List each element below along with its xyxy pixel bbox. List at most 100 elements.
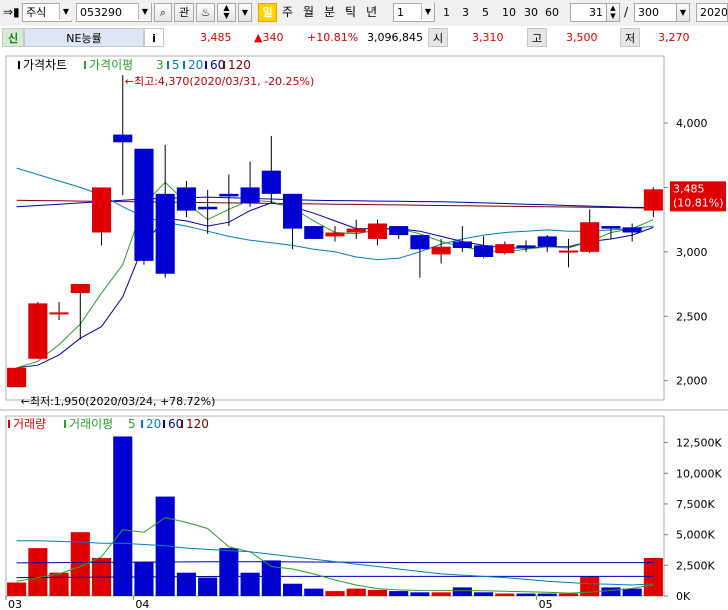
current-price: 3,485 <box>200 31 232 44</box>
trade-volume: 3,096,845 <box>367 31 423 44</box>
xtick-label: 03 <box>8 598 22 610</box>
chevron-down-icon[interactable]: ▼ <box>59 3 72 20</box>
legend-volume-ma-period: 120 <box>186 417 209 431</box>
price-ytick-label: 2,500 <box>676 310 708 323</box>
gwan-button[interactable]: 관 <box>174 3 194 22</box>
xtick-label: 05 <box>539 598 553 610</box>
count-spin-icon[interactable]: ▲ ▼ <box>606 3 620 22</box>
low-annotation: ←최저:1,950(2020/03/24, +78.72%) <box>21 395 216 408</box>
legend-price-ma: 가격이평 <box>89 58 133 72</box>
chevron-down-icon[interactable]: ▼ <box>676 3 690 22</box>
volume-bar <box>452 587 472 596</box>
open-price: 3,310 <box>472 31 504 44</box>
legend-marker-ma <box>183 61 185 69</box>
legend-marker-ma <box>167 61 169 69</box>
volume-ytick-label: 5,000K <box>676 529 715 542</box>
interval-5-button[interactable]: 5 <box>482 3 489 22</box>
chevron-down-icon[interactable]: ▼ <box>238 3 252 22</box>
legend-marker-price <box>18 61 20 69</box>
stock-name[interactable]: NE능률 <box>24 28 144 47</box>
high-price: 3,500 <box>566 31 598 44</box>
volume-bar <box>537 593 557 596</box>
legend-price-chart: 가격차트 <box>23 58 67 72</box>
volume-bar <box>367 589 388 596</box>
date-input-value: 2020/ <box>700 6 728 19</box>
credit-badge: 신 <box>2 28 24 47</box>
volume-bar <box>558 593 579 596</box>
candle <box>91 187 112 233</box>
trend-icon[interactable]: ♨ <box>196 3 215 22</box>
period-year-button[interactable]: 년 <box>366 3 377 22</box>
legend-marker-ma <box>84 61 86 69</box>
volume-bar <box>219 548 239 596</box>
candle <box>389 226 409 236</box>
legend-ma-period: 120 <box>228 58 251 72</box>
legend-volume: 거래량 <box>13 417 46 431</box>
interval-1-button[interactable]: 1 <box>443 3 450 22</box>
candle <box>219 193 239 197</box>
chevron-down-icon[interactable]: ▼ <box>421 3 434 20</box>
volume-bar <box>495 593 515 596</box>
period-week-button[interactable]: 주 <box>282 3 293 22</box>
stock-chart[interactable]: 2,0002,5003,0003,5004,000가격차트가격이평3520601… <box>0 48 728 610</box>
period-day-button[interactable]: 일 <box>258 3 277 22</box>
candle <box>240 187 260 203</box>
menu-arrow-icon[interactable]: ⇒▮ <box>3 3 20 22</box>
updown-spin-icon[interactable]: ▲ ▼ <box>217 3 236 22</box>
candle <box>28 303 48 359</box>
volume-bar <box>346 588 366 596</box>
change-rate: +10.81% <box>307 31 359 44</box>
candle <box>580 222 600 252</box>
candle <box>134 148 154 261</box>
legend-volume-ma-period: 5 <box>128 417 136 431</box>
candle <box>622 227 642 233</box>
legend-marker-volume-ma <box>181 420 183 428</box>
period-minute-button[interactable]: 분 <box>324 3 335 22</box>
candle <box>410 235 430 250</box>
volume-bar <box>198 577 218 596</box>
open-label: 시 <box>428 28 448 47</box>
legend-ma-period: 3 <box>156 58 164 72</box>
candle <box>49 312 69 315</box>
interval-10-button[interactable]: 10 <box>502 3 516 22</box>
legend-volume-ma-period: 60 <box>168 417 183 431</box>
period-month-button[interactable]: 월 <box>303 3 314 22</box>
interval-3-button[interactable]: 3 <box>462 3 469 22</box>
volume-bar <box>113 436 133 596</box>
candle <box>643 189 663 211</box>
candle <box>474 245 494 257</box>
interval-60-button[interactable]: 60 <box>545 3 559 22</box>
candle <box>155 193 175 274</box>
period-tick-button[interactable]: 틱 <box>345 3 356 22</box>
candle <box>198 206 218 210</box>
date-input[interactable]: 2020/ <box>696 3 728 22</box>
price-ytick-label: 2,000 <box>676 375 708 388</box>
legend-marker-volume <box>8 420 10 428</box>
legend-marker-volume-ma <box>141 420 143 428</box>
chevron-down-icon[interactable]: ▼ <box>138 3 151 20</box>
candle <box>7 367 27 388</box>
market-select-value: 주식 <box>26 6 47 19</box>
search-icon[interactable]: ⌕ <box>154 3 172 22</box>
info-button[interactable]: i <box>144 28 164 47</box>
legend-marker-volume-ma <box>163 420 165 428</box>
volume-ytick-label: 12,500K <box>676 437 722 450</box>
candle <box>367 223 388 239</box>
volume-bar <box>622 588 642 596</box>
volume-bar <box>474 592 494 596</box>
candle <box>452 241 472 248</box>
volume-bar <box>410 592 430 596</box>
chart-background <box>0 48 728 610</box>
volume-ytick-label: 10,000K <box>676 467 722 480</box>
total-input-value: 300 <box>638 6 659 19</box>
candle <box>601 226 621 229</box>
candle <box>70 284 90 294</box>
legend-marker-ma <box>205 61 207 69</box>
legend-marker-volume-ma <box>64 420 66 428</box>
interval-30-button[interactable]: 30 <box>524 3 538 22</box>
low-label: 저 <box>620 28 640 47</box>
price-change: ▲340 <box>254 31 284 44</box>
legend-ma-period: 20 <box>188 58 203 72</box>
volume-bar <box>516 593 536 596</box>
legend-marker-ma <box>223 61 225 69</box>
